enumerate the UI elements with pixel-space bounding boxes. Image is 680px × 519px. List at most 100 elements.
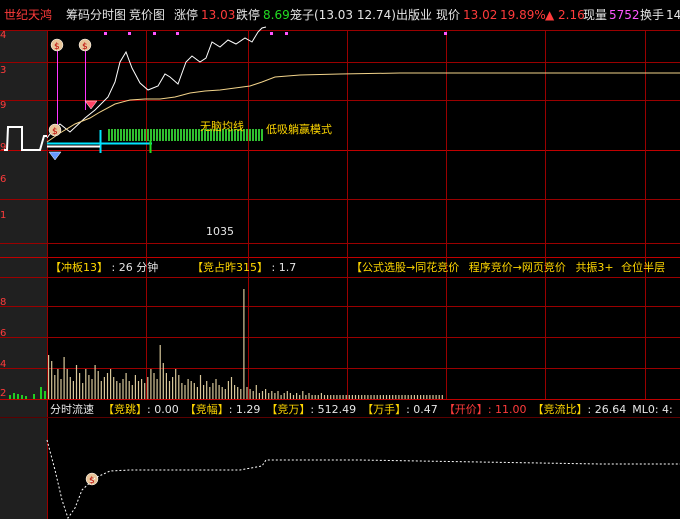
volume-bar [178,375,180,399]
volume-bar [212,383,214,399]
volume-bar [122,379,124,399]
volume-bar [147,377,149,399]
volume-bar [299,395,301,399]
volume-tick: 6 [0,328,6,339]
price-tick: 1 [0,210,6,221]
volume-bar [103,377,105,399]
volume-bar [82,383,84,399]
money-bag-icon[interactable]: $ [78,38,92,52]
flow-indicator-value: 0: 4: [647,403,673,416]
indicator-value-chase: : 26 分钟 [111,261,159,274]
flow-indicator-key: 【竞幅】 [184,403,229,416]
volume-bar [48,355,50,399]
volume-bar [156,379,158,399]
volume-bar [97,371,99,399]
annotation-mode: 低吸躺赢模式 [266,122,332,136]
volume-bar [75,365,78,399]
volume-bar [395,395,397,399]
flow-indicator-key: 【竞跳】 [103,403,147,416]
volume-bar [385,395,388,399]
indicator-key-chase: 【冲板13】 [50,261,108,274]
volume-bar [351,395,353,399]
intraday-chart[interactable]: 4 3 9 9 6 1 8 6 4 2 $ $ $ $ 无脑均线 低吸躺赢模式 … [0,0,680,519]
down-arrow-icon [48,151,62,161]
volume-bar [289,393,291,399]
volume-bar [438,395,440,399]
volume-bar [13,393,15,399]
volume-bar [277,391,279,399]
indicator-bar: 【冲板13】 : 26 分钟 [50,261,158,275]
flow-indicator-key: 【万手】 [362,403,407,416]
link-program-auction[interactable]: 程序竞价→网页竞价 [469,261,566,274]
volume-bar [221,387,223,399]
volume-bar [252,391,254,399]
volume-bar [94,365,96,399]
volume-bar [33,394,35,399]
ma-band-bar [150,129,152,141]
volume-bar [181,383,183,399]
marker-symbol: $ [52,127,58,137]
volume-bar [305,395,307,399]
volume-bar [308,393,310,399]
volume-bar [165,373,167,399]
volume-bar [66,369,68,399]
ma-band-bar [138,129,140,141]
volume-bar [106,373,109,399]
link-resonance[interactable]: 共振3+ [575,261,613,274]
volume-bar [193,383,195,399]
volume-bar [339,395,341,399]
volume-bar [379,395,381,399]
money-bag-icon[interactable]: $ [50,38,64,52]
volume-bar [243,289,245,399]
volume-bar [60,379,62,399]
volume-bar [373,395,375,399]
volume-bar [323,395,326,399]
ma-band-bar [159,129,161,141]
volume-bar [190,381,192,399]
volume-bar [367,395,369,399]
volume-bar [398,395,400,399]
volume-bar [420,395,422,399]
volume-bar [392,395,394,399]
volume-bar [137,381,140,399]
volume-bar [134,375,136,399]
link-formula-pick[interactable]: 【公式选股→同花竞价 [351,261,459,274]
volume-bar [258,393,260,399]
ma-band-bar [144,129,146,141]
volume-bar [426,395,428,399]
volume-bar [206,381,208,399]
volume-bar [44,391,46,399]
volume-bar [9,395,11,399]
flow-indicator-value: : 26.64 [587,403,627,416]
volume-bar [286,391,288,399]
ma-band-bar [246,129,248,141]
ma-band-bar [129,129,131,141]
volume-bar [203,385,205,399]
flow-title[interactable]: 分时流速 [50,403,94,416]
indicator-bar: 【竞占昨315】 : 1.7 [192,261,296,275]
money-bag-icon[interactable]: $ [48,123,62,137]
price-tick: 3 [0,65,6,76]
volume-tick: 4 [0,359,6,370]
volume-bar [209,387,211,399]
flow-indicator-value: : 1.29 [228,403,261,416]
volume-bar [382,395,384,399]
volume-bar [280,395,282,399]
volume-bar [423,395,425,399]
volume-bar [227,381,229,399]
volume-bar [370,395,372,399]
volume-bar [125,373,127,399]
volume-bar [413,395,415,399]
volume-bar [57,369,59,399]
marker-symbol: $ [54,42,60,52]
ma-band-bar [195,129,197,141]
ma-band-bar [252,129,254,141]
volume-bar [342,395,344,399]
link-position[interactable]: 仓位半层 [621,261,665,274]
ma-band-bar [156,129,158,141]
ma-band-bar [255,129,257,141]
volume-bar [128,381,130,399]
volume-bar [17,394,19,399]
volume-bar [153,373,155,399]
flow-indicator-bar: 分时流速 [50,403,94,417]
